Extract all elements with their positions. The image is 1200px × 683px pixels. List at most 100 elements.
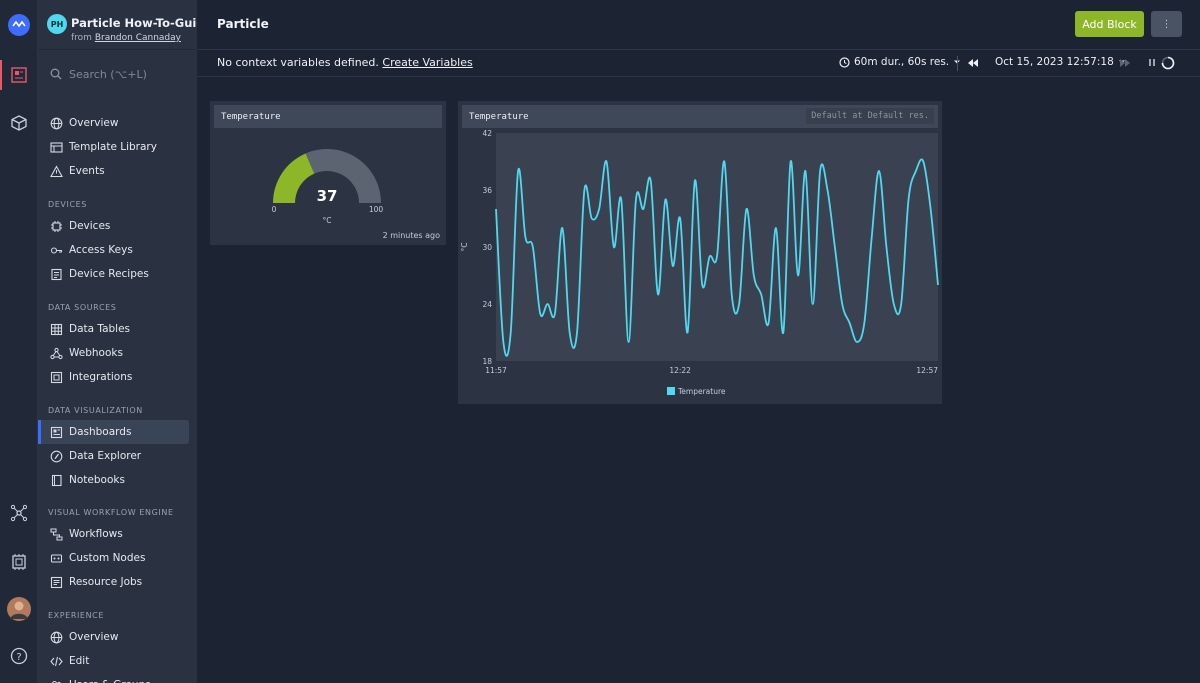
sidebar-item-label: Template Library (69, 141, 157, 153)
table-icon (50, 323, 63, 336)
globe-icon (50, 631, 63, 644)
sidebar-item-device-recipes[interactable]: Device Recipes (38, 262, 197, 286)
sidebar-item-label: Notebooks (69, 474, 125, 486)
custom-node-icon (50, 552, 63, 565)
rewind-button[interactable] (967, 58, 979, 68)
sidebar-item-data-explorer[interactable]: Data Explorer (38, 444, 197, 468)
icon-rail: ? (0, 0, 38, 683)
sidebar-item-integrations[interactable]: Integrations (38, 365, 197, 389)
cube-icon[interactable] (0, 108, 38, 138)
sidebar-item-data-tables[interactable]: Data Tables (38, 317, 197, 341)
fast-forward-icon (1120, 59, 1130, 67)
org-switcher[interactable]: PH Particle How-To-Guide from Brandon Ca… (38, 0, 197, 50)
gauge-title-text: Temperature (221, 111, 281, 122)
help-icon[interactable]: ? (0, 641, 38, 671)
page-header: Particle Add Block ⋮ (197, 0, 1200, 50)
warning-icon (50, 164, 63, 178)
org-owner: from Brandon Cannaday (71, 33, 181, 43)
org-owner-link[interactable]: Brandon Cannaday (95, 33, 181, 43)
sidebar-item-overview[interactable]: Overview (38, 111, 197, 135)
sidebar-item-template-library[interactable]: Template Library (38, 135, 197, 159)
sidebar-item-webhooks[interactable]: Webhooks (38, 341, 197, 365)
fast-forward-button[interactable] (1119, 58, 1131, 68)
timestamp-label: Oct 15, 2023 12:57:18 (995, 56, 1114, 68)
context-toolbar: No context variables defined. Create Var… (197, 50, 1200, 77)
sidebar-section-label: DEVICES (48, 200, 87, 209)
sidebar-item-label: Webhooks (69, 347, 123, 359)
sidebar-item-events[interactable]: Events (38, 159, 197, 183)
sidebar-item-label: Data Tables (69, 323, 131, 335)
gauge-updated-label: 2 minutes ago (383, 231, 441, 240)
duration-label: 60m dur., 60s res. (854, 56, 950, 68)
dashboard-icon (50, 426, 63, 439)
library-icon (50, 141, 63, 154)
sidebar-item-label: Overview (69, 117, 119, 129)
loading-spinner-icon (1161, 56, 1175, 70)
y-tick-label: 30 (482, 243, 492, 252)
pause-button[interactable] (1147, 57, 1157, 68)
sidebar-item-label: Devices (69, 220, 111, 232)
sidebar-section-label: EXPERIENCE (48, 611, 105, 620)
sidebar-item-resource-jobs[interactable]: Resource Jobs (38, 570, 197, 594)
duration-select[interactable]: 60m dur., 60s res. (839, 56, 961, 68)
sidebar-item-label: Custom Nodes (69, 552, 146, 564)
gauge-min-label: 0 (272, 205, 277, 214)
sidebar-item-overview[interactable]: Overview (38, 625, 197, 649)
sidebar-section-label: DATA SOURCES (48, 303, 117, 312)
gauge-block[interactable]: Temperature 37 0 100 °C 2 minutes ago (210, 101, 446, 245)
webhook-icon (50, 347, 63, 360)
timestamp-select[interactable]: Oct 15, 2023 12:57:18 (995, 56, 1126, 68)
gauge-unit-label: °C (323, 216, 332, 225)
y-axis-label: °C (460, 243, 469, 252)
search-box[interactable] (38, 50, 197, 98)
explorer-icon (50, 450, 63, 463)
sidebar-item-label: Overview (69, 631, 119, 643)
x-tick-label: 12:22 (669, 366, 691, 375)
sidebar-item-label: Device Recipes (69, 268, 149, 280)
sidebar-item-custom-nodes[interactable]: Custom Nodes (38, 546, 197, 570)
sidebar-item-edit[interactable]: Edit (38, 649, 197, 673)
particle-logo-icon[interactable] (0, 10, 38, 40)
code-icon (50, 655, 63, 668)
search-input[interactable] (69, 67, 179, 81)
y-tick-label: 36 (482, 186, 492, 195)
network-icon[interactable] (0, 498, 38, 528)
chip-icon[interactable] (0, 547, 38, 577)
context-status-text: No context variables defined. (217, 56, 379, 69)
add-block-button[interactable]: Add Block (1075, 11, 1144, 37)
gauge-block-title: Temperature (214, 105, 442, 128)
more-options-button[interactable]: ⋮ (1151, 11, 1182, 37)
sidebar-item-workflows[interactable]: Workflows (38, 522, 197, 546)
sidebar-item-label: Access Keys (69, 244, 133, 256)
sidebar-item-label: Events (69, 165, 105, 177)
pause-icon (1149, 59, 1155, 66)
legend-swatch (667, 387, 675, 395)
recipe-icon (50, 268, 63, 281)
sidebar-item-label: Resource Jobs (69, 576, 143, 588)
sidebar-item-access-keys[interactable]: Access Keys (38, 238, 197, 262)
sidebar-item-notebooks[interactable]: Notebooks (38, 468, 197, 492)
x-tick-label: 11:57 (485, 366, 507, 375)
line-chart-block[interactable]: Temperature Default at Default res. 18 24… (458, 101, 942, 404)
sidebar-item-users-groups[interactable]: Users & Groups (38, 673, 197, 683)
chip-icon (50, 220, 63, 233)
org-name: Particle How-To-Guide (71, 16, 197, 30)
sidebar-item-label: Workflows (69, 528, 123, 540)
user-avatar[interactable] (0, 594, 38, 624)
console-icon[interactable] (0, 60, 38, 90)
clock-icon (839, 56, 850, 68)
rewind-icon (968, 59, 978, 67)
sidebar: PH Particle How-To-Guide from Brandon Ca… (38, 0, 197, 683)
context-message: No context variables defined. Create Var… (217, 56, 473, 69)
toolbar-divider (957, 56, 958, 71)
refresh-spinner (1161, 56, 1175, 70)
y-tick-label: 42 (482, 129, 492, 138)
y-tick-label: 18 (482, 357, 492, 366)
sidebar-item-dashboards[interactable]: Dashboards (38, 420, 189, 444)
sidebar-section-label: DATA VISUALIZATION (48, 406, 143, 415)
notebook-icon (50, 474, 63, 487)
create-variables-link[interactable]: Create Variables (382, 56, 472, 69)
sidebar-item-devices[interactable]: Devices (38, 214, 197, 238)
y-tick-label: 24 (482, 300, 492, 309)
globe-icon (50, 117, 63, 130)
